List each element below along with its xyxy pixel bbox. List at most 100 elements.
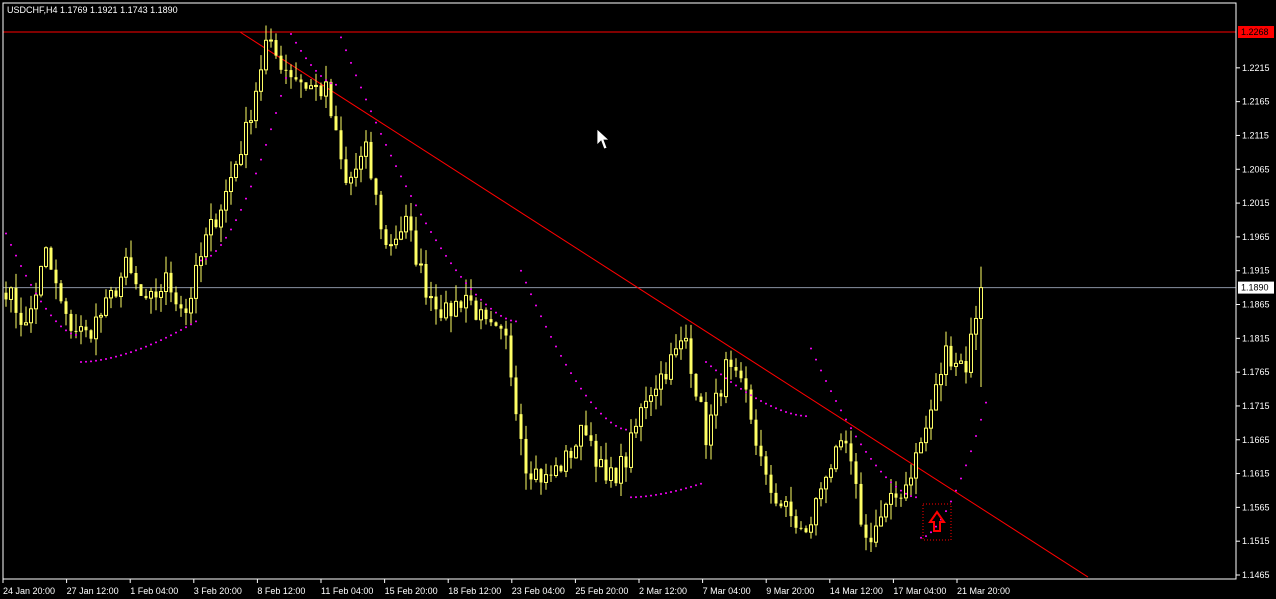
sar-dot (675, 489, 677, 492)
sar-dot (735, 384, 737, 387)
sar-dot (860, 443, 862, 446)
sar-dot (655, 493, 657, 496)
candle-body-down (719, 393, 723, 397)
candle-body-down (514, 377, 518, 415)
sar-dot (700, 482, 702, 485)
candle-body-up (554, 465, 558, 477)
candle-body-up (879, 516, 883, 527)
candle-body-down (434, 296, 438, 310)
candle-body-down (504, 328, 508, 336)
sar-dot (985, 401, 987, 404)
sar-dot (830, 390, 832, 393)
candle-body-down (764, 456, 768, 475)
sar-dot (195, 320, 197, 323)
candle-body-down (294, 77, 298, 80)
candle-body-up (929, 409, 933, 429)
sar-dot (580, 387, 582, 390)
candle-body-up (149, 290, 153, 299)
sar-dot (475, 293, 477, 296)
sar-dot (200, 259, 202, 262)
candle-body-down (774, 492, 778, 504)
sar-dot (495, 311, 497, 314)
sar-dot (85, 360, 87, 363)
candle-body-up (669, 354, 673, 380)
sar-dot (825, 379, 827, 382)
candle-body-up (389, 244, 393, 247)
price-tick-label: 1.1565 (1242, 502, 1270, 512)
sar-dot (715, 369, 717, 372)
sar-dot (315, 69, 317, 72)
candle-body-up (444, 302, 448, 319)
sar-dot (915, 496, 917, 499)
sar-dot (485, 303, 487, 306)
sar-dot (750, 394, 752, 397)
sar-dot (140, 347, 142, 350)
sar-dot (95, 359, 97, 362)
sar-dot (240, 208, 242, 211)
candle-body-up (619, 455, 623, 484)
candle-body-up (784, 501, 788, 507)
candle-body-down (519, 414, 523, 439)
candle-body-up (364, 141, 368, 157)
candle-body-up (24, 322, 28, 326)
candle-body-down (19, 312, 23, 325)
time-tick-label: 25 Feb 20:00 (575, 586, 628, 596)
sar-dot (355, 74, 357, 77)
candle-body-down (289, 70, 293, 78)
candle-body-up (914, 452, 918, 479)
candle-body-up (394, 238, 398, 246)
candle-body-up (814, 498, 818, 526)
sar-dot (135, 349, 137, 352)
sar-dot (105, 357, 107, 360)
candle-body-down (474, 300, 478, 320)
time-tick-label: 27 Jan 12:00 (67, 586, 119, 596)
sar-dot (410, 194, 412, 197)
candle-body-up (969, 333, 973, 373)
candle-body-down (549, 474, 553, 476)
candle-body-down (664, 373, 668, 380)
candle-body-up (819, 488, 823, 500)
sar-dot (935, 525, 937, 528)
candle-body-up (709, 414, 713, 446)
candle-body-down (54, 269, 58, 284)
candle-body-up (564, 450, 568, 472)
candle-body-up (194, 264, 198, 299)
candle-body-down (299, 79, 303, 83)
price-tick-label: 1.1865 (1242, 300, 1270, 310)
sar-dot (165, 336, 167, 339)
candle-body-down (499, 325, 503, 329)
candle-body-up (164, 272, 168, 293)
candle-body-down (284, 69, 288, 71)
price-chart[interactable]: 1.2215 1.2165 1.2115 1.2065 1.2015 1.1965 1.19… (0, 0, 1276, 599)
sar-dot (470, 288, 472, 291)
sar-dot (710, 365, 712, 368)
time-tick-label: 24 Jan 20:00 (3, 586, 55, 596)
candle-body-down (304, 82, 308, 89)
candle-body-up (354, 168, 358, 178)
sar-dot (160, 339, 162, 342)
sar-dot (900, 489, 902, 492)
sar-dot (945, 510, 947, 513)
candle-body-up (404, 215, 408, 233)
sar-dot (205, 258, 207, 261)
sar-dot (650, 494, 652, 497)
sar-dot (80, 360, 82, 363)
sar-dot (335, 83, 337, 86)
sar-dot (230, 228, 232, 231)
candle-body-down (779, 503, 783, 507)
sar-dot (630, 496, 632, 499)
sar-dot (340, 36, 342, 39)
sar-dot (640, 495, 642, 498)
price-tick-label: 1.2065 (1242, 164, 1270, 174)
candle-body-down (899, 497, 903, 499)
sar-dot (845, 418, 847, 421)
sar-dot (275, 111, 277, 114)
sar-dot (330, 82, 332, 85)
candle-body-up (834, 446, 838, 470)
candle-body-up (259, 69, 263, 92)
sar-dot (795, 413, 797, 416)
sar-dot (255, 172, 257, 175)
time-tick-label: 8 Feb 12:00 (257, 586, 305, 596)
sar-dot (500, 314, 502, 317)
sar-dot (430, 230, 432, 233)
